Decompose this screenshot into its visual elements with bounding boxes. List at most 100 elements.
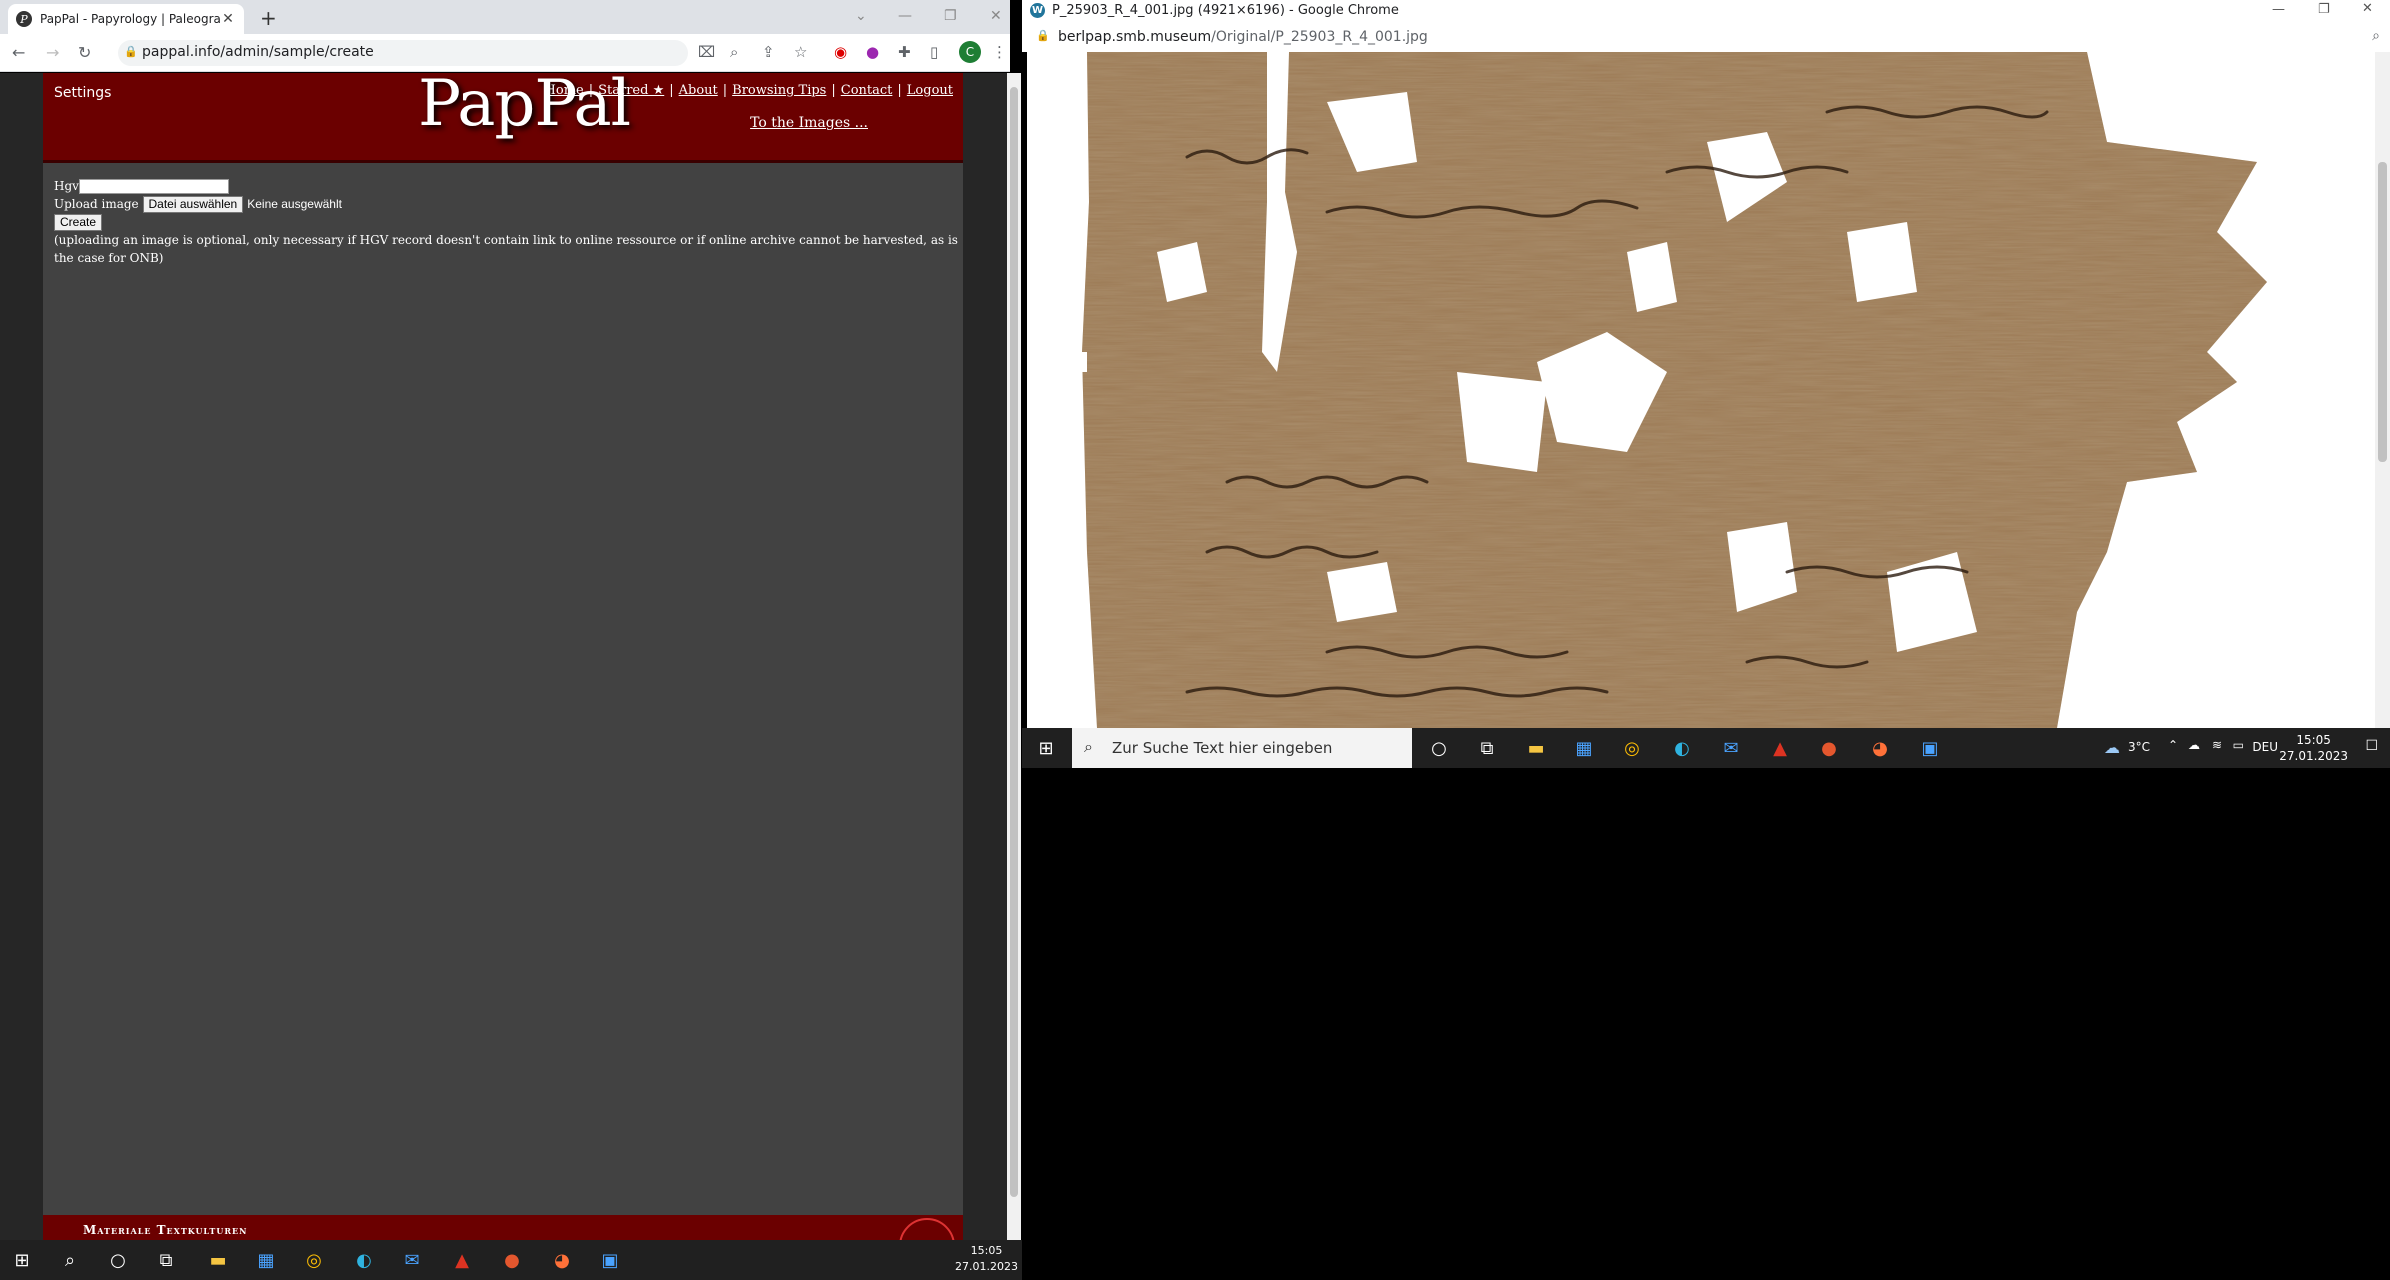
nav-starred[interactable]: Starred ★ — [598, 83, 664, 98]
nav-browsing-tips[interactable]: Browsing Tips — [732, 83, 826, 98]
no-file-text: Keine ausgewählt — [247, 197, 342, 211]
menu-kebab-icon[interactable]: ⋮ — [992, 43, 1007, 61]
hgv-label: Hgv — [54, 179, 79, 193]
left-clock[interactable]: 15:05 27.01.2023 — [955, 1243, 1018, 1275]
restore-icon[interactable]: ❐ — [944, 8, 957, 24]
acrobat-icon[interactable]: ▲ — [1768, 736, 1792, 760]
side-panel-icon[interactable]: ▯ — [930, 43, 938, 61]
new-tab-icon[interactable]: + — [260, 6, 277, 30]
left-browser-window: P PapPal - Papyrology | Paleograph ✕ + ⌄… — [0, 0, 1022, 1280]
right-address-bar[interactable]: 🔒 berlpap.smb.museum/Original/P_25903_R_… — [1022, 22, 2390, 52]
back-icon[interactable]: ← — [12, 43, 25, 62]
forward-icon[interactable]: → — [46, 43, 59, 62]
profile-avatar[interactable]: C — [959, 41, 981, 63]
chrome-icon[interactable]: ◎ — [302, 1248, 326, 1272]
right-title-bar: W P_25903_R_4_001.jpg (4921×6196) - Goog… — [1022, 0, 2390, 22]
papyrus-image[interactable] — [1027, 52, 2375, 728]
url-path: /Original/P_25903_R_4_001.jpg — [1211, 29, 1428, 45]
search-placeholder: Zur Suche Text hier eingeben — [1112, 739, 1333, 757]
powerpoint-icon[interactable]: ● — [500, 1248, 524, 1272]
cloud-weather-icon[interactable]: ☁ — [2104, 738, 2120, 757]
tab-search-icon[interactable]: ⌄ — [855, 8, 867, 24]
task-view-icon[interactable]: ⧉ — [1475, 736, 1499, 760]
task-view-icon[interactable]: ⧉ — [154, 1248, 178, 1272]
extensions-puzzle-icon[interactable]: ✚ — [898, 43, 911, 61]
create-button[interactable]: Create — [54, 214, 103, 231]
upload-note: (uploading an image is optional, only ne… — [54, 233, 958, 265]
extension-icon[interactable]: ● — [866, 43, 879, 61]
mail-icon[interactable]: ✉ — [1719, 736, 1743, 760]
to-images-link[interactable]: To the Images ... — [750, 115, 868, 131]
tab-pappal[interactable]: P PapPal - Papyrology | Paleograph ✕ — [8, 4, 244, 34]
image-scrollbar[interactable] — [2375, 52, 2390, 728]
right-clock-date: 27.01.2023 — [2279, 749, 2348, 763]
battery-icon[interactable]: ▭ — [2233, 738, 2244, 752]
explorer-icon[interactable]: ▬ — [1524, 736, 1548, 760]
notifications-icon[interactable]: ☐ — [2365, 738, 2378, 754]
explorer-icon[interactable]: ▬ — [206, 1248, 230, 1272]
zoom-icon[interactable]: ⌕ — [730, 43, 738, 61]
scrollbar-thumb[interactable] — [1010, 87, 1018, 1197]
firefox-icon[interactable]: ◕ — [1868, 736, 1892, 760]
close-window-icon[interactable]: ✕ — [990, 8, 1002, 24]
taskbar-search-box[interactable]: ⌕ Zur Suche Text hier eingeben — [1072, 728, 1412, 768]
left-clock-time: 15:05 — [970, 1244, 1003, 1257]
weather-temp[interactable]: 3°C — [2128, 740, 2150, 754]
share-icon[interactable]: ⇪ — [762, 43, 775, 61]
footer-text: Materiale Textkulturen — [83, 1223, 248, 1237]
minimize-icon[interactable]: — — [898, 8, 912, 24]
right-browser-window: W P_25903_R_4_001.jpg (4921×6196) - Goog… — [1022, 0, 2390, 1280]
acrobat-icon[interactable]: ▲ — [450, 1248, 474, 1272]
nav-contact[interactable]: Contact — [841, 83, 893, 98]
scrollbar-thumb[interactable] — [2378, 162, 2387, 462]
photos-icon[interactable]: ▣ — [598, 1248, 622, 1272]
store-icon[interactable]: ▦ — [1572, 736, 1596, 760]
cortana-icon[interactable]: ○ — [106, 1248, 130, 1272]
network-icon[interactable]: ≋ — [2212, 738, 2222, 752]
chevron-up-icon[interactable]: ⌃ — [2168, 738, 2178, 752]
right-clock-time: 15:05 — [2296, 733, 2331, 747]
search-icon: ⌕ — [1084, 737, 1093, 756]
edge-icon[interactable]: ◐ — [352, 1248, 376, 1272]
mail-icon[interactable]: ✉ — [400, 1248, 424, 1272]
photos-icon[interactable]: ▣ — [1918, 736, 1942, 760]
powerpoint-icon[interactable]: ● — [1817, 736, 1841, 760]
right-clock[interactable]: 15:05 27.01.2023 — [2279, 732, 2348, 764]
minimize-icon[interactable]: — — [2272, 2, 2285, 17]
nav-logout[interactable]: Logout — [907, 83, 953, 98]
create-sample-form: Hgv Upload image Datei auswählen Keine au… — [54, 177, 963, 267]
nav-home[interactable]: Home — [545, 83, 584, 98]
reload-icon[interactable]: ↻ — [78, 43, 91, 62]
restore-icon[interactable]: ❐ — [2318, 2, 2330, 17]
papyrus-sheet — [1082, 52, 2267, 728]
store-icon[interactable]: ▦ — [254, 1248, 278, 1272]
translate-icon[interactable]: ⌧ — [698, 43, 715, 61]
bookmark-star-icon[interactable]: ☆ — [794, 43, 807, 61]
site-header: Settings PapPal Home | Starred ★ | About | Bro… — [43, 67, 963, 163]
close-tab-icon[interactable]: ✕ — [220, 11, 236, 27]
search-icon[interactable]: ⌕ — [58, 1248, 82, 1272]
extension-zotero-icon[interactable]: ◉ — [834, 43, 847, 61]
hgv-input[interactable] — [78, 179, 229, 194]
left-taskbar: ⊞ ⌕ ○ ⧉ ▬ ▦ ◎ ◐ ✉ ▲ ● ◕ ▣ 15:05 27.01.202… — [0, 1240, 1022, 1280]
close-window-icon[interactable]: ✕ — [2362, 1, 2373, 16]
zoom-icon[interactable]: ⌕ — [2372, 28, 2380, 44]
nav-about[interactable]: About — [679, 83, 718, 98]
chrome-icon[interactable]: ◎ — [1620, 736, 1644, 760]
wordpress-favicon-icon: W — [1030, 3, 1045, 18]
cortana-icon[interactable]: ○ — [1427, 736, 1451, 760]
edge-icon[interactable]: ◐ — [1670, 736, 1694, 760]
lock-icon: 🔒 — [1036, 29, 1050, 42]
upload-label: Upload image — [54, 197, 139, 211]
windows-icon[interactable]: ⊞ — [1034, 736, 1058, 760]
firefox-icon[interactable]: ◕ — [550, 1248, 574, 1272]
page-scrollbar[interactable] — [1007, 73, 1021, 1240]
choose-file-button[interactable]: Datei auswählen — [142, 196, 244, 213]
language-indicator[interactable]: DEU — [2252, 740, 2278, 754]
cloud-icon[interactable]: ☁ — [2188, 738, 2200, 752]
url-text: pappal.info/admin/sample/create — [142, 44, 374, 60]
site-logo[interactable]: PapPal — [418, 67, 631, 141]
windows-icon[interactable]: ⊞ — [10, 1248, 34, 1272]
settings-link[interactable]: Settings — [54, 85, 111, 101]
address-bar[interactable]: 🔒 pappal.info/admin/sample/create — [118, 40, 688, 66]
